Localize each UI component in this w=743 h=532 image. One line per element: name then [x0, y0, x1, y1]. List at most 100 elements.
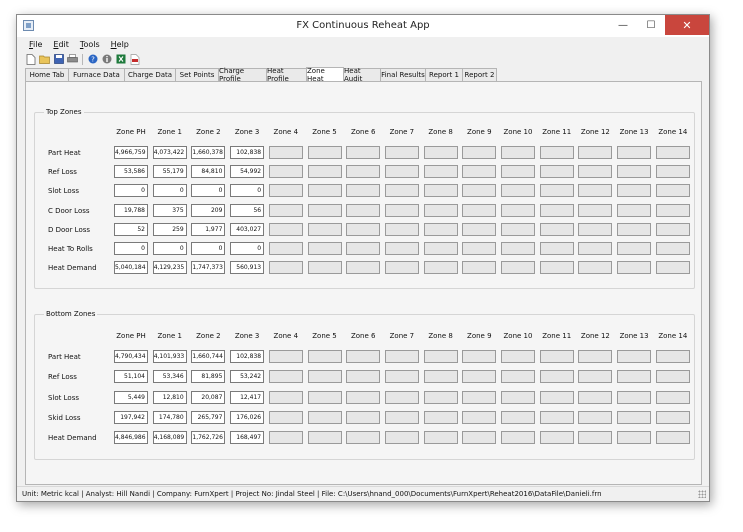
empty-value-field[interactable] [617, 242, 652, 255]
value-field[interactable]: 0 [114, 184, 148, 198]
empty-value-field[interactable] [384, 261, 419, 275]
empty-value-field[interactable] [617, 261, 652, 275]
empty-value-field[interactable] [268, 350, 303, 363]
empty-value-field[interactable] [307, 350, 342, 363]
value-field[interactable]: 102,838 [230, 350, 265, 363]
value-field[interactable]: 176,026 [230, 410, 265, 424]
empty-value-field[interactable] [268, 261, 303, 275]
empty-value-field[interactable] [501, 390, 535, 404]
value-field[interactable]: 19,788 [114, 203, 148, 217]
empty-value-field[interactable] [346, 222, 381, 236]
save-icon[interactable] [53, 54, 64, 65]
empty-value-field[interactable] [268, 410, 303, 424]
empty-value-field[interactable] [268, 242, 303, 255]
tab-home-tab[interactable]: Home Tab [25, 68, 69, 81]
value-field[interactable]: 4,073,422 [152, 146, 187, 159]
empty-value-field[interactable] [617, 370, 652, 384]
empty-value-field[interactable] [462, 410, 497, 424]
empty-value-field[interactable] [539, 203, 574, 217]
menu-item-help[interactable]: Help [111, 40, 129, 49]
value-field[interactable]: 174,780 [152, 410, 187, 424]
menu-item-tools[interactable]: Tools [80, 40, 100, 49]
empty-value-field[interactable] [307, 203, 342, 217]
empty-value-field[interactable] [578, 184, 613, 198]
empty-value-field[interactable] [423, 390, 458, 404]
empty-value-field[interactable] [423, 350, 458, 363]
tab-charge-data[interactable]: Charge Data [124, 68, 176, 81]
value-field[interactable]: 1,747,373 [191, 261, 226, 275]
empty-value-field[interactable] [384, 431, 419, 445]
empty-value-field[interactable] [462, 390, 497, 404]
empty-value-field[interactable] [501, 370, 535, 384]
value-field[interactable]: 197,942 [114, 410, 148, 424]
empty-value-field[interactable] [307, 370, 342, 384]
empty-value-field[interactable] [423, 410, 458, 424]
value-field[interactable]: 168,497 [230, 431, 265, 445]
pdf-icon[interactable] [129, 53, 140, 65]
value-field[interactable]: 53,242 [230, 370, 265, 384]
value-field[interactable]: 0 [152, 242, 187, 255]
empty-value-field[interactable] [384, 370, 419, 384]
empty-value-field[interactable] [346, 350, 381, 363]
empty-value-field[interactable] [617, 431, 652, 445]
value-field[interactable]: 51,104 [114, 370, 148, 384]
excel-icon[interactable] [115, 54, 126, 65]
empty-value-field[interactable] [655, 242, 690, 255]
resize-grip[interactable] [698, 490, 706, 498]
value-field[interactable]: 56 [230, 203, 265, 217]
tab-report-2[interactable]: Report 2 [462, 68, 497, 81]
value-field[interactable]: 4,129,235 [152, 261, 187, 275]
empty-value-field[interactable] [617, 165, 652, 179]
empty-value-field[interactable] [346, 390, 381, 404]
value-field[interactable]: 12,810 [152, 390, 187, 404]
tab-heat-audit[interactable]: Heat Audit [343, 67, 381, 83]
empty-value-field[interactable] [462, 261, 497, 275]
value-field[interactable]: 81,895 [191, 370, 226, 384]
empty-value-field[interactable] [346, 203, 381, 217]
empty-value-field[interactable] [268, 431, 303, 445]
empty-value-field[interactable] [539, 370, 574, 384]
close-button[interactable]: ✕ [665, 15, 709, 35]
empty-value-field[interactable] [307, 242, 342, 255]
value-field[interactable]: 560,913 [230, 261, 265, 275]
empty-value-field[interactable] [578, 203, 613, 217]
value-field[interactable]: 52 [114, 222, 148, 236]
empty-value-field[interactable] [268, 146, 303, 159]
empty-value-field[interactable] [423, 203, 458, 217]
empty-value-field[interactable] [617, 350, 652, 363]
tab-heat-profile[interactable]: Heat Profile [266, 67, 307, 83]
tab-zone-heat[interactable]: Zone Heat [306, 67, 344, 83]
empty-value-field[interactable] [384, 203, 419, 217]
empty-value-field[interactable] [307, 431, 342, 445]
tab-report-1[interactable]: Report 1 [425, 68, 463, 81]
value-field[interactable]: 0 [230, 184, 265, 198]
empty-value-field[interactable] [268, 370, 303, 384]
tab-furnace-data[interactable]: Furnace Data [68, 68, 125, 81]
value-field[interactable]: 5,449 [114, 390, 148, 404]
value-field[interactable]: 375 [152, 203, 187, 217]
empty-value-field[interactable] [462, 146, 497, 159]
minimize-button[interactable]: — [609, 15, 637, 35]
empty-value-field[interactable] [578, 410, 613, 424]
empty-value-field[interactable] [578, 165, 613, 179]
empty-value-field[interactable] [462, 431, 497, 445]
value-field[interactable]: 4,790,434 [114, 350, 148, 363]
empty-value-field[interactable] [307, 165, 342, 179]
menu-item-edit[interactable]: Edit [53, 40, 69, 49]
empty-value-field[interactable] [268, 203, 303, 217]
value-field[interactable]: 84,810 [191, 165, 226, 179]
value-field[interactable]: 0 [152, 184, 187, 198]
empty-value-field[interactable] [539, 410, 574, 424]
empty-value-field[interactable] [307, 146, 342, 159]
value-field[interactable]: 4,846,986 [114, 431, 148, 445]
empty-value-field[interactable] [655, 146, 690, 159]
empty-value-field[interactable] [655, 203, 690, 217]
empty-value-field[interactable] [423, 222, 458, 236]
empty-value-field[interactable] [539, 242, 574, 255]
value-field[interactable]: 0 [191, 242, 226, 255]
value-field[interactable]: 209 [191, 203, 226, 217]
empty-value-field[interactable] [578, 146, 613, 159]
value-field[interactable]: 403,027 [230, 222, 265, 236]
value-field[interactable]: 20,087 [191, 390, 226, 404]
value-field[interactable]: 0 [191, 184, 226, 198]
